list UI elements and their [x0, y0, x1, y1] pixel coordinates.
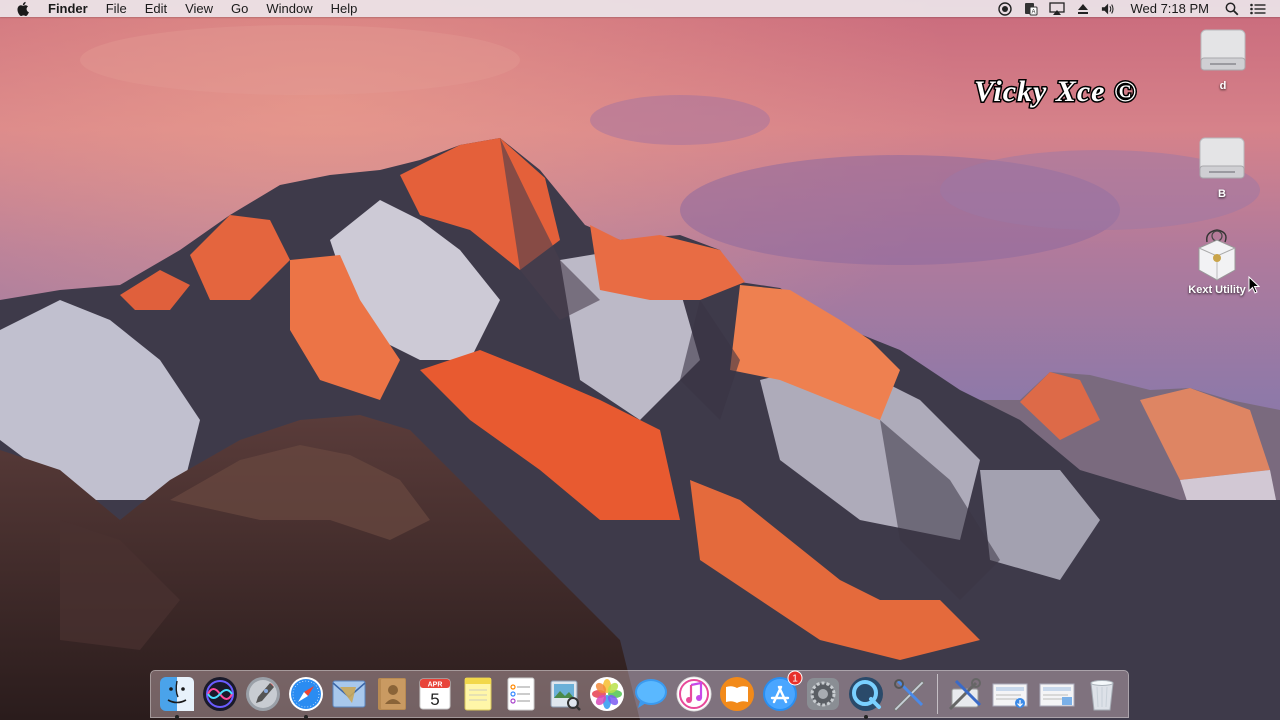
dock-item-launchpad[interactable]: [243, 674, 282, 714]
utilities-icon: [893, 679, 925, 712]
dock-item-itunes[interactable]: [674, 674, 713, 714]
dock-item-downloads[interactable]: [989, 674, 1032, 714]
desktop-icon-kext-utility[interactable]: Kext Utility: [1177, 229, 1257, 296]
svg-text:1: 1: [792, 674, 798, 685]
dock-item-kext-tools[interactable]: [946, 674, 985, 714]
system-preferences-icon: [806, 678, 839, 710]
dock-item-quicktime[interactable]: [846, 674, 885, 719]
dock: APR 5 1: [150, 670, 1129, 719]
airplay-icon[interactable]: [1049, 1, 1066, 16]
menu-bar: Finder File Edit View Go Window Help A W…: [0, 0, 1280, 17]
eject-icon[interactable]: [1075, 2, 1091, 16]
dock-item-ibooks[interactable]: [717, 674, 756, 714]
menubar-clock[interactable]: Wed 7:18 PM: [1122, 1, 1219, 16]
documents-stack-icon: [1039, 683, 1075, 707]
mouse-cursor-icon: [1248, 276, 1260, 294]
dock-item-app-store[interactable]: 1: [760, 670, 803, 714]
dock-item-calendar[interactable]: APR 5: [415, 674, 454, 714]
dock-separator: [936, 674, 938, 714]
dock-item-messages[interactable]: [631, 674, 670, 714]
itunes-icon: [676, 676, 712, 712]
svg-text:5: 5: [430, 690, 439, 709]
menu-window[interactable]: Window: [257, 0, 321, 17]
dock-item-trash[interactable]: [1083, 674, 1122, 714]
menu-edit[interactable]: Edit: [136, 0, 176, 17]
mail-icon: [332, 680, 366, 708]
dock-item-preview[interactable]: [545, 674, 584, 714]
dock-item-siri[interactable]: [200, 674, 239, 714]
dock-item-utilities[interactable]: [889, 674, 928, 714]
watermark: Vicky Xce ©: [972, 72, 1242, 110]
siri-icon: [202, 677, 237, 711]
ibooks-icon: [719, 677, 754, 711]
downloads-stack-icon: [992, 683, 1028, 708]
notification-center-icon[interactable]: [1250, 2, 1266, 16]
desktop-icon-drive-b[interactable]: B: [1182, 134, 1262, 200]
dock-item-finder[interactable]: [157, 674, 196, 719]
hard-drive-icon: [1196, 134, 1248, 186]
menu-file[interactable]: File: [97, 0, 136, 17]
menu-view[interactable]: View: [176, 0, 222, 17]
dock-item-safari[interactable]: [286, 674, 325, 719]
svg-text:A: A: [1032, 9, 1036, 15]
running-indicator: [174, 715, 179, 719]
input-menu-icon[interactable]: A: [1023, 2, 1039, 16]
dock-item-mail[interactable]: [329, 674, 368, 714]
calendar-icon: APR5: [419, 678, 451, 710]
trash-icon: [1090, 680, 1114, 711]
preview-icon: [550, 680, 582, 711]
notification-badge: 1: [787, 670, 803, 686]
safari-icon: [288, 677, 323, 711]
menu-help[interactable]: Help: [322, 0, 367, 17]
reminders-icon: [507, 677, 535, 711]
svg-text:APR: APR: [428, 682, 443, 689]
running-indicator: [303, 715, 308, 719]
contacts-icon: [378, 678, 407, 710]
dock-item-contacts[interactable]: [372, 674, 411, 714]
hard-drive-icon: [1197, 26, 1249, 78]
volume-icon[interactable]: [1101, 2, 1117, 16]
kext-utility-icon: [1191, 229, 1243, 282]
record-icon[interactable]: [997, 1, 1013, 16]
status-area: A Wed 7:18 PM: [992, 0, 1280, 17]
dock-item-photos[interactable]: [588, 674, 627, 714]
dock-item-reminders[interactable]: [502, 674, 541, 714]
messages-icon: [634, 679, 667, 708]
app-menu-finder[interactable]: Finder: [40, 0, 97, 17]
desktop-icon-label: B: [1218, 188, 1226, 200]
finder-icon: [159, 677, 194, 711]
svg-text:Vicky Xce ©: Vicky Xce ©: [974, 75, 1137, 108]
dock-item-documents[interactable]: [1036, 674, 1079, 714]
photos-icon: [590, 677, 625, 711]
apple-menu-icon[interactable]: [14, 1, 30, 17]
spotlight-search-icon[interactable]: [1224, 2, 1240, 16]
quicktime-icon: [849, 677, 884, 711]
notes-icon: [464, 677, 492, 711]
dock-item-notes[interactable]: [459, 674, 498, 714]
kext-tools-icon: [949, 678, 982, 711]
desktop-icon-label: Kext Utility: [1188, 284, 1246, 296]
dock-item-system-preferences[interactable]: [803, 674, 842, 714]
launchpad-icon: [245, 677, 280, 711]
menu-go[interactable]: Go: [222, 0, 257, 17]
